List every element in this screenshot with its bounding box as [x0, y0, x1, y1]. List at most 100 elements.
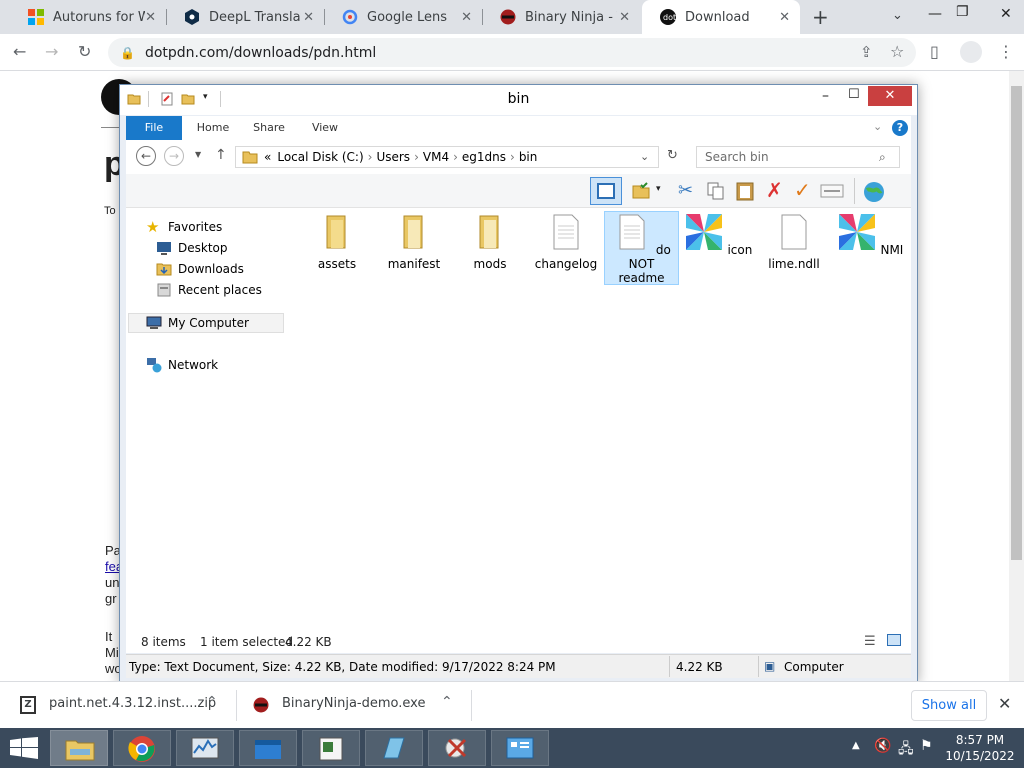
- show-hidden-icons-icon[interactable]: ▲: [852, 740, 860, 751]
- explorer-titlebar[interactable]: ▾ bin – ☐ ✕: [120, 85, 917, 115]
- profile-avatar-icon[interactable]: [960, 41, 982, 63]
- large-icons-view-icon[interactable]: [887, 634, 901, 646]
- search-input[interactable]: Search bin ⌕: [696, 146, 900, 168]
- crumb-separator-icon[interactable]: ›: [368, 150, 373, 164]
- nav-recent-places[interactable]: Recent places: [156, 281, 262, 299]
- network-status-icon[interactable]: 🖧: [898, 738, 914, 762]
- crumb-users[interactable]: Users: [376, 150, 410, 164]
- up-icon[interactable]: ↑: [215, 147, 227, 163]
- address-bar[interactable]: 🔒 dotpdn.com/downloads/pdn.html ⇪ ☆: [108, 38, 916, 67]
- show-all-button[interactable]: Show all: [911, 690, 987, 721]
- details-view-icon[interactable]: ☰: [864, 634, 876, 649]
- back-icon[interactable]: ←: [13, 43, 26, 61]
- explorer-address-bar[interactable]: « Local Disk (C:) › Users › VM4 › eg1dns…: [235, 146, 659, 168]
- taskbar-app-blue[interactable]: [365, 730, 423, 766]
- maximize-icon[interactable]: ☐: [848, 87, 860, 102]
- download-item-binaryninja[interactable]: BinaryNinja-demo.exe ⌃: [237, 682, 471, 729]
- copy-icon[interactable]: [706, 181, 726, 201]
- volume-muted-icon[interactable]: 🔇: [874, 738, 891, 754]
- close-window-icon[interactable]: ✕: [1000, 6, 1012, 22]
- refresh-icon[interactable]: ↻: [667, 148, 678, 163]
- tab-file[interactable]: File: [126, 116, 182, 140]
- crumb-local-disk[interactable]: Local Disk (C:): [277, 150, 363, 164]
- file-item-icon[interactable]: icon: [681, 212, 755, 284]
- scrollbar-thumb[interactable]: [1011, 86, 1022, 560]
- download-options-icon[interactable]: ⌃: [206, 694, 218, 710]
- taskbar-app-window[interactable]: [239, 730, 297, 766]
- tab-view[interactable]: View: [302, 116, 348, 140]
- tab-autoruns[interactable]: Autoruns for Windows ✕: [10, 0, 166, 34]
- close-tab-icon[interactable]: ✕: [303, 10, 314, 25]
- preview-pane-icon[interactable]: [590, 177, 622, 205]
- close-tab-icon[interactable]: ✕: [461, 10, 472, 25]
- nav-favorites[interactable]: ★ Favorites: [146, 218, 222, 236]
- file-item-lime-ndll[interactable]: lime.ndll: [757, 212, 831, 284]
- nav-my-computer[interactable]: My Computer: [146, 314, 249, 332]
- rename-check-icon[interactable]: ✓: [794, 178, 811, 202]
- network-globe-icon[interactable]: [862, 180, 886, 204]
- back-icon[interactable]: ←: [136, 146, 156, 166]
- file-item-mods[interactable]: mods: [453, 212, 527, 284]
- system-clock[interactable]: 8:57 PM 10/15/2022: [940, 732, 1020, 764]
- taskbar-notepad[interactable]: [302, 730, 360, 766]
- restore-icon[interactable]: ❐: [956, 4, 969, 20]
- file-item-assets[interactable]: assets: [300, 212, 374, 284]
- overflow-chevron[interactable]: «: [264, 150, 271, 164]
- nav-network[interactable]: Network: [146, 356, 218, 374]
- open-folder-icon[interactable]: [631, 181, 651, 201]
- forward-icon[interactable]: →: [164, 146, 184, 166]
- delete-icon[interactable]: ✗: [766, 178, 783, 202]
- file-item-do-not-readme[interactable]: do NOT readme: [604, 211, 679, 285]
- nav-downloads[interactable]: Downloads: [156, 260, 244, 278]
- crumb-separator-icon[interactable]: ›: [510, 150, 515, 164]
- options-dropdown-icon[interactable]: ▾: [656, 184, 661, 194]
- taskbar-file-explorer[interactable]: [50, 730, 108, 766]
- tab-home[interactable]: Home: [188, 116, 238, 140]
- crumb-eg1dns[interactable]: eg1dns: [462, 150, 506, 164]
- download-options-icon[interactable]: ⌃: [441, 694, 453, 710]
- start-windows-icon[interactable]: [10, 737, 38, 759]
- share-icon[interactable]: ⇪: [860, 43, 873, 61]
- new-tab-button[interactable]: +: [812, 5, 829, 29]
- crumb-separator-icon[interactable]: ›: [414, 150, 419, 164]
- side-panel-icon[interactable]: ▯: [930, 43, 939, 61]
- crumb-bin[interactable]: bin: [519, 150, 538, 164]
- bookmark-star-icon[interactable]: ☆: [890, 42, 904, 61]
- taskbar-snipping-tool[interactable]: [428, 730, 486, 766]
- close-tab-icon[interactable]: ✕: [779, 10, 790, 25]
- expand-ribbon-icon[interactable]: ⌄: [873, 120, 882, 133]
- address-dropdown-icon[interactable]: ⌄: [640, 150, 649, 163]
- file-item-changelog[interactable]: changelog: [529, 212, 603, 284]
- search-icon[interactable]: ⌕: [879, 150, 886, 165]
- properties-icon[interactable]: [820, 182, 844, 200]
- tab-binary-ninja[interactable]: Binary Ninja - Try ✕: [482, 0, 640, 34]
- action-center-icon[interactable]: ⚑: [920, 738, 933, 754]
- file-item-nmi[interactable]: NMI: [833, 212, 907, 284]
- cut-icon[interactable]: ✂: [678, 180, 693, 201]
- tab-search-icon[interactable]: ⌄: [892, 8, 903, 23]
- close-explorer-button[interactable]: ✕: [868, 86, 912, 106]
- download-item-paintnet[interactable]: Z paint.net.4.3.12.inst....zip ⌃: [0, 682, 236, 729]
- taskbar-control-panel[interactable]: [491, 730, 549, 766]
- crumb-vm4[interactable]: VM4: [423, 150, 449, 164]
- minimize-icon[interactable]: –: [822, 88, 829, 104]
- tab-google-lens[interactable]: Google Lens ✕: [324, 0, 482, 34]
- crumb-separator-icon[interactable]: ›: [453, 150, 458, 164]
- file-item-manifest[interactable]: manifest: [377, 212, 451, 284]
- nav-desktop[interactable]: Desktop: [156, 239, 228, 257]
- taskbar-perfmon[interactable]: [176, 730, 234, 766]
- minimize-icon[interactable]: —: [928, 6, 942, 22]
- help-icon[interactable]: ?: [892, 120, 908, 136]
- tab-download[interactable]: dot Download ✕: [642, 0, 800, 34]
- taskbar-chrome[interactable]: [113, 730, 171, 766]
- close-tab-icon[interactable]: ✕: [619, 10, 630, 25]
- more-menu-icon[interactable]: ⋮: [998, 43, 1014, 61]
- reload-icon[interactable]: ↻: [78, 43, 91, 61]
- close-download-bar-icon[interactable]: ✕: [998, 694, 1011, 713]
- tab-deepl[interactable]: DeepL Translate: ✕: [166, 0, 324, 34]
- close-tab-icon[interactable]: ✕: [145, 10, 156, 25]
- recent-locations-icon[interactable]: ▼: [195, 150, 201, 159]
- forward-icon[interactable]: →: [45, 43, 58, 61]
- paste-icon[interactable]: [734, 180, 756, 202]
- tab-share[interactable]: Share: [246, 116, 292, 140]
